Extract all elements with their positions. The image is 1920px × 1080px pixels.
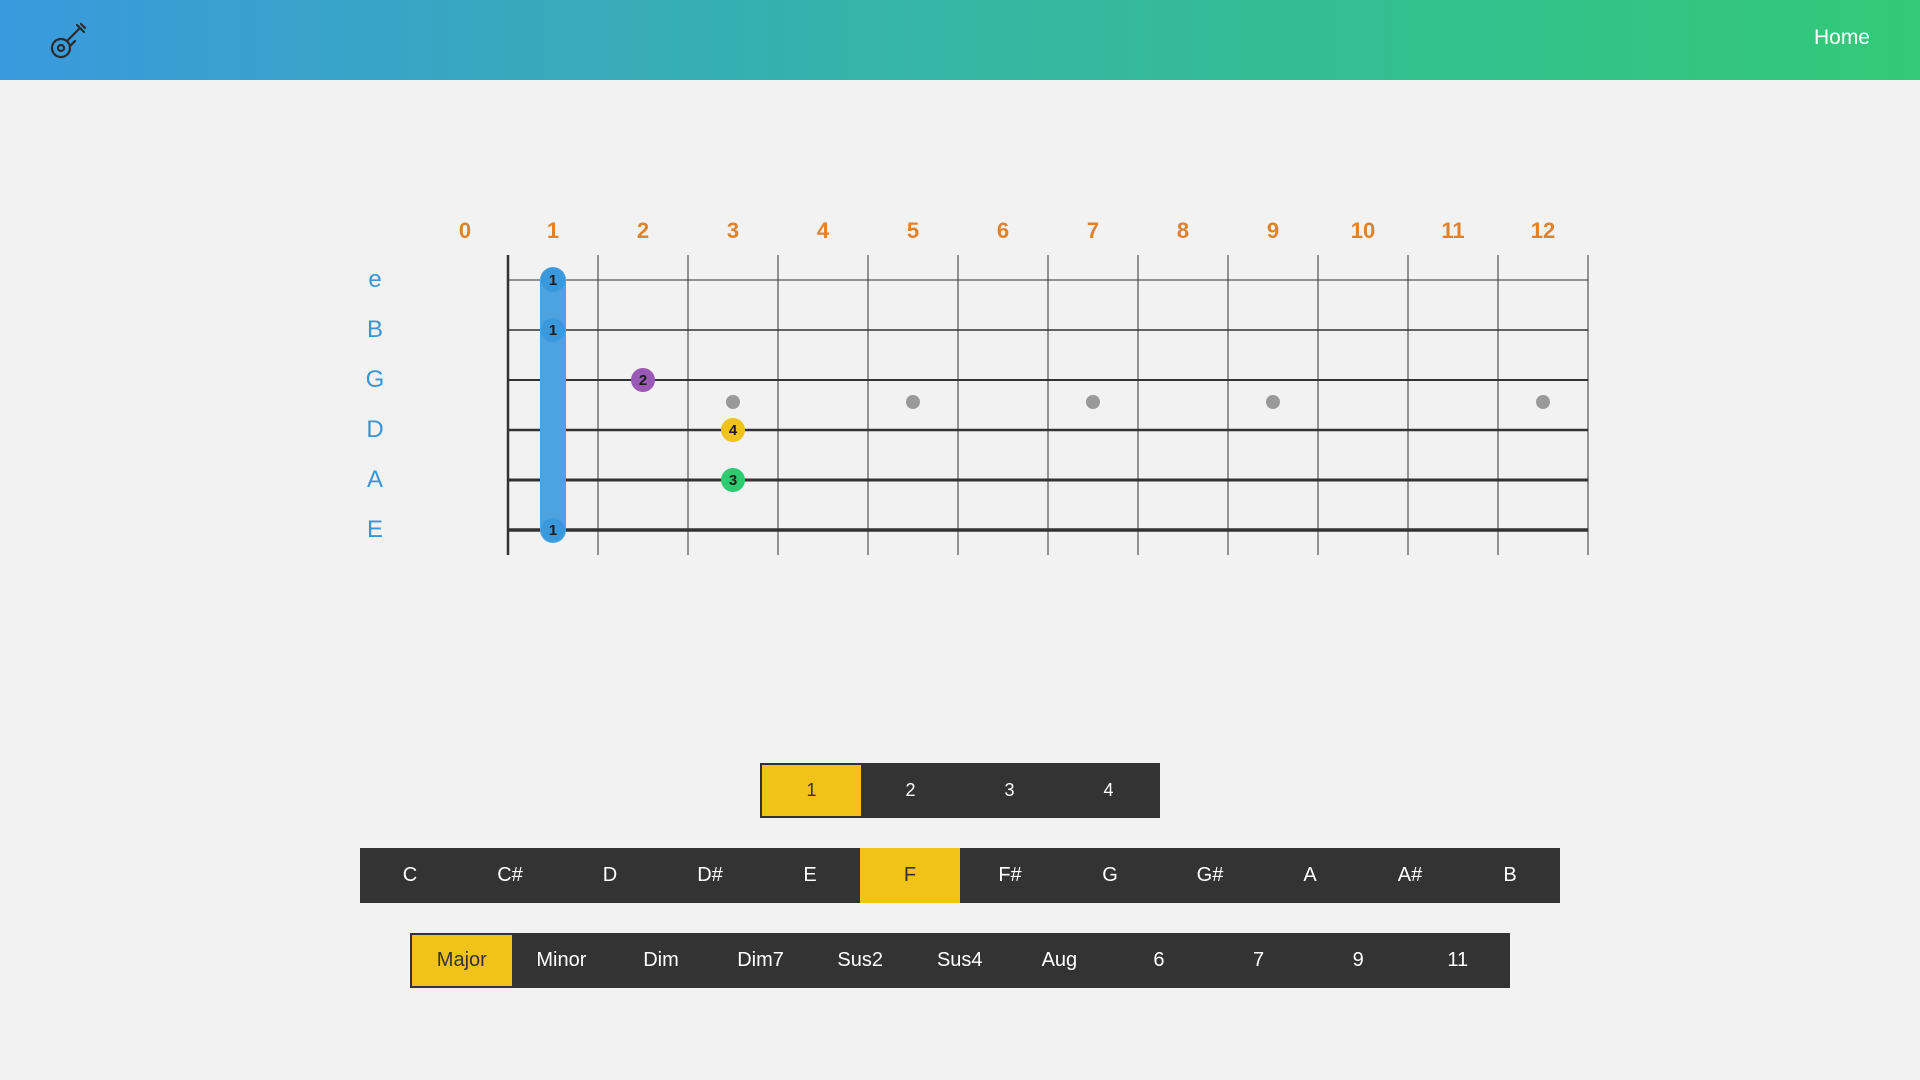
position-option-2[interactable]: 2: [861, 765, 960, 816]
finger-number: 3: [729, 472, 737, 489]
chord-type-selector: Major Minor Dim Dim7 Sus2 Sus4 Aug 6 7 9 11: [410, 933, 1510, 988]
finger-number: 2: [639, 372, 647, 389]
fret-marker-dot: [726, 395, 740, 409]
finger-number: 1: [549, 522, 557, 539]
root-option-e[interactable]: E: [760, 848, 860, 903]
position-option-1[interactable]: 1: [762, 765, 861, 816]
chord-type-option-dim7[interactable]: Dim7: [711, 935, 811, 986]
fretboard: 1 1 2 4 3 1: [506, 255, 1589, 555]
chord-type-option-7[interactable]: 7: [1209, 935, 1309, 986]
chord-type-option-major[interactable]: Major: [412, 935, 512, 986]
root-option-f[interactable]: F: [860, 848, 960, 903]
chord-type-option-dim[interactable]: Dim: [611, 935, 711, 986]
chord-type-option-11[interactable]: 11: [1408, 935, 1508, 986]
finger-number: 1: [549, 322, 557, 339]
chord-type-option-minor[interactable]: Minor: [512, 935, 612, 986]
root-option-d[interactable]: D: [560, 848, 660, 903]
chord-type-option-9[interactable]: 9: [1308, 935, 1408, 986]
chord-type-option-6[interactable]: 6: [1109, 935, 1209, 986]
fret-marker-dot: [1536, 395, 1550, 409]
root-option-d-sharp[interactable]: D#: [660, 848, 760, 903]
root-option-c[interactable]: C: [360, 848, 460, 903]
fret-marker-dot: [1086, 395, 1100, 409]
barre-bar: [540, 267, 566, 543]
root-option-c-sharp[interactable]: C#: [460, 848, 560, 903]
finger-number: 4: [729, 422, 738, 439]
position-selector: 1234: [760, 763, 1160, 818]
fret-marker-dot: [1266, 395, 1280, 409]
root-option-a[interactable]: A: [1260, 848, 1360, 903]
finger-number: 1: [549, 272, 557, 289]
fret-marker-dot: [906, 395, 920, 409]
position-option-4[interactable]: 4: [1059, 765, 1158, 816]
position-option-3[interactable]: 3: [960, 765, 1059, 816]
chord-type-option-sus2[interactable]: Sus2: [810, 935, 910, 986]
root-option-b[interactable]: B: [1460, 848, 1560, 903]
root-option-g[interactable]: G: [1060, 848, 1160, 903]
root-option-f-sharp[interactable]: F#: [960, 848, 1060, 903]
root-option-a-sharp[interactable]: A#: [1360, 848, 1460, 903]
root-option-g-sharp[interactable]: G#: [1160, 848, 1260, 903]
root-note-selector: C C# D D# E F F# G G# A A# B: [360, 848, 1560, 903]
chord-type-option-aug[interactable]: Aug: [1010, 935, 1110, 986]
chord-type-option-sus4[interactable]: Sus4: [910, 935, 1010, 986]
